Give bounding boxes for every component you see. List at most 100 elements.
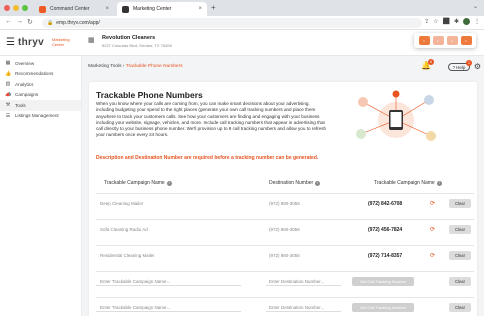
info-icon[interactable]: i: [436, 180, 442, 186]
sidebar-item-campaigns[interactable]: 📣 Campaigns: [0, 90, 81, 101]
tab-label: Marketing Center: [133, 6, 172, 12]
sidebar-item-analytics[interactable]: ▥ Analytics: [0, 79, 81, 90]
browser-tab-bar: Command Center × Marketing Center × + ⌄: [0, 0, 484, 16]
grid-icon: ▦: [5, 60, 11, 67]
table-row: Sofa Cleaning Radio Ad (972) 880-3056 (9…: [96, 219, 474, 238]
app-header: ☰ thryv Marketing Center ▦ Revolution Cl…: [0, 30, 484, 56]
refresh-icon[interactable]: ⟳: [430, 200, 435, 207]
campaign-name-input[interactable]: Enter Trackable Campaign Name...: [96, 277, 241, 286]
profile-avatar[interactable]: [463, 18, 470, 25]
sidebar-item-listings-management[interactable]: ☰ Listings Management: [0, 111, 81, 122]
campaign-name-field[interactable]: Residential Cleaning Mailer: [96, 251, 241, 260]
address-bar[interactable]: 🔒 emp.thryv.com/app/: [42, 18, 422, 28]
breadcrumb-separator: ›: [122, 64, 125, 69]
breadcrumb: Marketing Tools › Trackable Phone Number…: [88, 64, 183, 69]
forward-icon[interactable]: →: [16, 18, 23, 25]
notifications-bell-icon[interactable]: 🔔 6: [421, 59, 434, 70]
help-label: Help: [456, 64, 466, 70]
sidebar-item-label: Tools: [15, 102, 26, 108]
clear-button[interactable]: Clear: [449, 225, 471, 234]
window-controls[interactable]: [4, 5, 28, 11]
new-entry-row: Enter Trackable Campaign Name... Enter D…: [96, 271, 474, 290]
app-icon[interactable]: •: [418, 36, 430, 45]
new-tab-icon[interactable]: +: [211, 3, 216, 12]
marketing-center-favicon: [122, 5, 129, 13]
clear-button[interactable]: Clear: [449, 199, 471, 208]
tracking-number: (972) 842-6708: [368, 201, 403, 207]
thumbs-up-icon: 👍: [5, 70, 12, 77]
tab-label: Command Center: [50, 6, 90, 12]
reload-icon[interactable]: ↻: [27, 18, 33, 26]
destination-number-input[interactable]: Enter Destination Number...: [266, 303, 341, 312]
puzzle-icon[interactable]: ✱: [454, 18, 459, 25]
campaign-name-field[interactable]: Deep Cleaning Mailer: [96, 199, 241, 208]
share-icon[interactable]: ⇪: [424, 18, 429, 25]
sidebar-item-label: Analytics: [15, 81, 34, 87]
app-icon[interactable]: •: [460, 36, 472, 45]
get-tracking-number-button[interactable]: Get Call Tracking Number: [352, 303, 414, 312]
destination-number-input[interactable]: Enter Destination Number...: [266, 277, 341, 286]
close-tab-icon[interactable]: ×: [198, 6, 202, 12]
browser-tab-marketing-center[interactable]: Marketing Center ×: [117, 2, 207, 16]
destination-number-field[interactable]: (972) 880-3056: [266, 225, 341, 234]
info-icon[interactable]: i: [166, 180, 172, 186]
column-header-tracking-number: Trackable Campaign Name i: [374, 180, 442, 186]
sidebar-item-overview[interactable]: ▦ Overview: [0, 58, 81, 69]
browser-toolbar: ← → ↻ 🔒 emp.thryv.com/app/ ⇪ ☆ ⬛ ✱ ⋮: [0, 16, 484, 30]
table-row: Residential Cleaning Mailer (972) 880-30…: [96, 245, 474, 264]
extension-icons: ⇪ ☆ ⬛ ✱ ⋮: [424, 18, 480, 25]
clear-button[interactable]: Clear: [449, 251, 471, 260]
sidebar-item-label: Campaigns: [15, 92, 39, 98]
app-icon[interactable]: •: [432, 36, 444, 45]
sidebar-item-label: Overview: [15, 60, 35, 66]
close-window-icon[interactable]: [4, 5, 10, 11]
new-entry-row: Enter Trackable Campaign Name... Enter D…: [96, 297, 474, 316]
business-name: Revolution Cleaners: [102, 35, 156, 41]
breadcrumb-current: Trackable Phone Numbers: [125, 64, 183, 69]
column-header-destination-number: Destination Number i: [269, 180, 321, 186]
breadcrumb-root[interactable]: Marketing Tools: [88, 64, 122, 69]
clear-button[interactable]: Clear: [449, 303, 471, 312]
menu-dots-icon[interactable]: ⋮: [474, 18, 480, 25]
list-icon: ☰: [5, 112, 11, 119]
refresh-icon[interactable]: ⟳: [430, 252, 435, 259]
app-icon[interactable]: •: [446, 36, 458, 45]
get-tracking-number-button[interactable]: Get Call Tracking Number: [352, 277, 414, 286]
sidebar-item-label: Recommendations: [15, 71, 54, 77]
extension-popup: • • • •: [414, 33, 476, 48]
business-icon: ▦: [88, 37, 95, 44]
sidebar-item-tools[interactable]: ⚒ Tools: [0, 100, 81, 111]
sidebar-item-recommendations[interactable]: 👍 Recommendations: [0, 69, 81, 80]
call-tracking-illustration: [356, 90, 436, 141]
destination-number-field[interactable]: (972) 880-3056: [266, 199, 341, 208]
info-icon[interactable]: i: [315, 180, 321, 186]
back-icon[interactable]: ←: [5, 18, 12, 25]
tab-search-icon[interactable]: ⌄: [473, 3, 478, 10]
close-tab-icon[interactable]: ×: [105, 6, 109, 12]
thryv-logo[interactable]: thryv: [18, 37, 44, 48]
destination-number-field[interactable]: (972) 880-3056: [266, 251, 341, 260]
clear-button[interactable]: Clear: [449, 277, 471, 286]
browser-tab-command-center[interactable]: Command Center ×: [34, 2, 114, 16]
maximize-window-icon[interactable]: [22, 5, 28, 11]
hamburger-menu-icon[interactable]: ☰: [6, 37, 15, 48]
settings-gear-icon[interactable]: ⚙: [474, 62, 481, 71]
campaign-name-input[interactable]: Enter Trackable Campaign Name...: [96, 303, 241, 312]
main-content: Marketing Tools › Trackable Phone Number…: [82, 56, 484, 316]
trackable-numbers-card: Trackable Phone Numbers When you know wh…: [89, 82, 477, 316]
refresh-icon[interactable]: ⟳: [430, 226, 435, 233]
campaign-name-field[interactable]: Sofa Cleaning Radio Ad: [96, 225, 241, 234]
megaphone-icon: 📣: [5, 91, 12, 98]
minimize-window-icon[interactable]: [13, 5, 19, 11]
lock-icon: 🔒: [47, 20, 54, 26]
sidebar: ▦ Overview 👍 Recommendations ▥ Analytics…: [0, 56, 82, 316]
toolbox-icon: ⚒: [5, 102, 11, 109]
extension-icon[interactable]: ⬛: [442, 18, 449, 25]
tracking-number: (972) 456-7824: [368, 227, 403, 233]
page-title: Trackable Phone Numbers: [96, 90, 203, 100]
business-address: 5227 Colorado Blvd, Denton, TX 76208: [102, 43, 172, 48]
star-icon[interactable]: ☆: [433, 18, 438, 25]
table-row: Deep Cleaning Mailer (972) 880-3056 (972…: [96, 193, 474, 212]
help-button[interactable]: ? Help 1: [448, 60, 472, 71]
column-header-campaign-name: Trackable Campaign Name i: [104, 180, 172, 186]
